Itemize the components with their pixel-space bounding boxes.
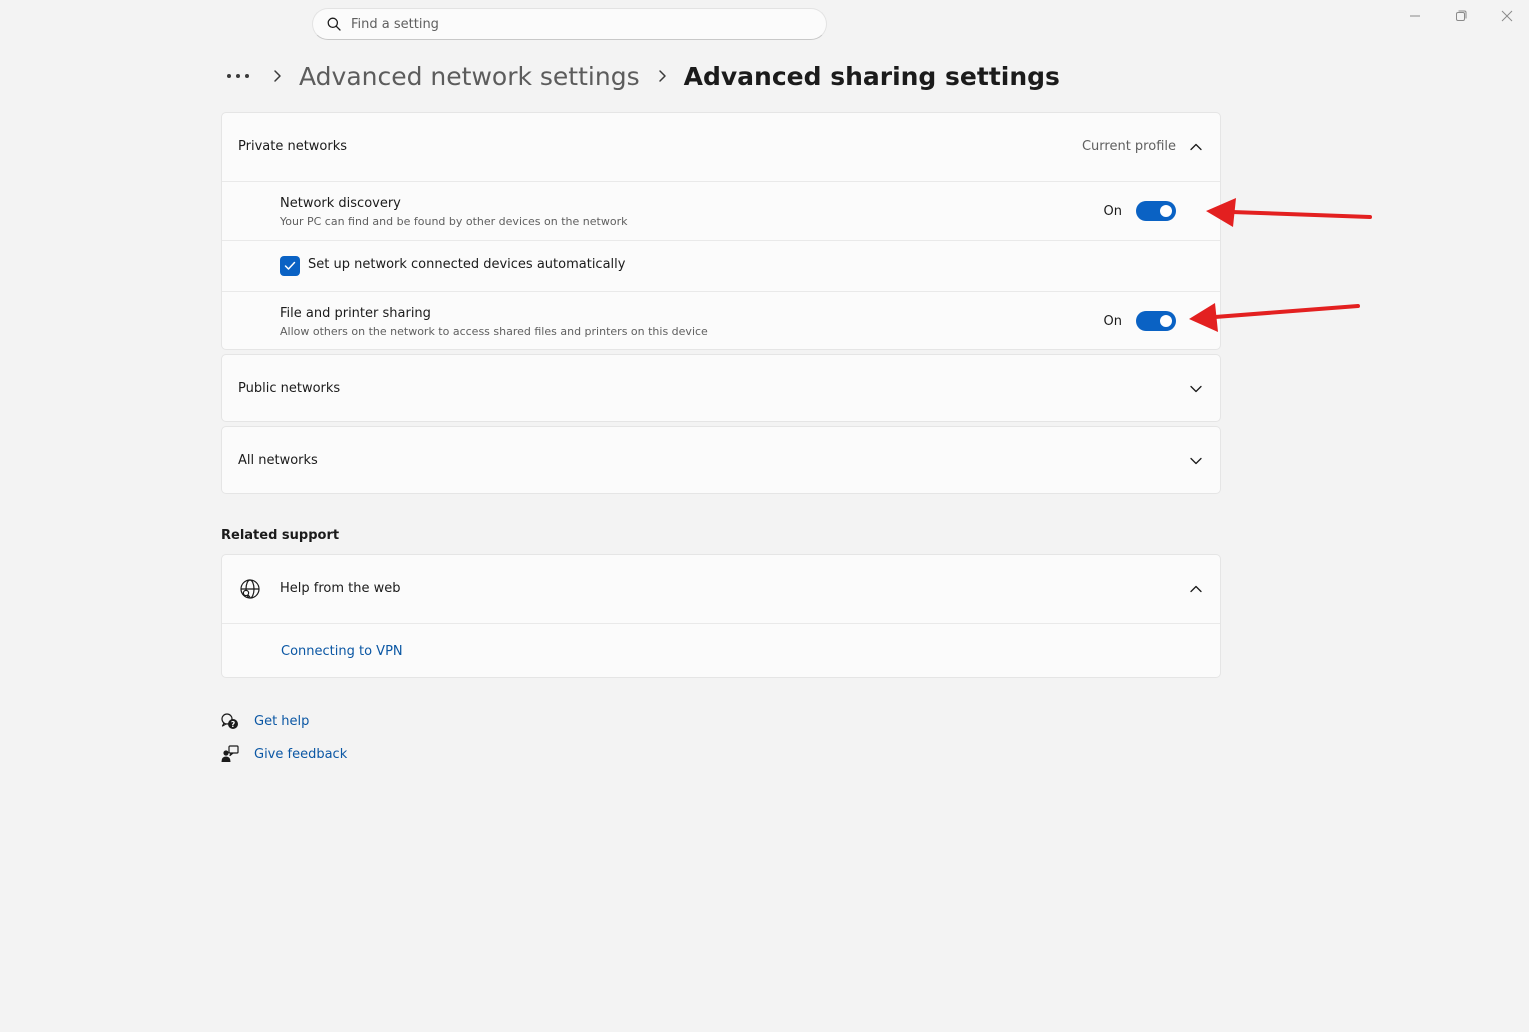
restore-icon[interactable] (1450, 6, 1472, 26)
more-icon[interactable] (221, 66, 255, 86)
help-from-web-title: Help from the web (280, 581, 401, 596)
network-discovery-state: On (1103, 204, 1122, 219)
network-discovery-row: Network discovery Your PC can find and b… (222, 181, 1220, 240)
globe-icon (240, 579, 260, 599)
checkmark-icon (284, 261, 296, 270)
related-support-card: Help from the web Connecting to VPN (221, 554, 1221, 678)
give-feedback-label[interactable]: Give feedback (254, 747, 347, 762)
breadcrumb: Advanced network settings Advanced shari… (221, 56, 1060, 96)
all-networks-card[interactable]: All networks (221, 426, 1221, 494)
private-networks-header[interactable]: Private networks Current profile (222, 113, 1220, 181)
help-chat-icon: ? (221, 713, 238, 729)
auto-setup-label[interactable]: Set up network connected devices automat… (308, 257, 625, 272)
search-box[interactable] (312, 8, 827, 40)
related-support-heading: Related support (221, 528, 340, 543)
file-printer-sharing-title: File and printer sharing (280, 306, 431, 321)
get-help-label[interactable]: Get help (254, 714, 309, 729)
search-input[interactable] (351, 12, 811, 36)
public-networks-card[interactable]: Public networks (221, 354, 1221, 422)
feedback-icon (221, 745, 239, 762)
annotation-arrow-network-discovery (1206, 198, 1372, 227)
network-discovery-toggle[interactable] (1136, 201, 1176, 221)
chevron-down-icon[interactable] (1189, 454, 1203, 468)
auto-setup-row: Set up network connected devices automat… (222, 240, 1220, 291)
network-discovery-title: Network discovery (280, 196, 401, 211)
search-icon (327, 17, 341, 31)
page-title: Advanced sharing settings (683, 61, 1060, 91)
public-networks-title: Public networks (238, 381, 341, 396)
auto-setup-checkbox[interactable] (280, 256, 300, 276)
chevron-down-icon[interactable] (1189, 382, 1203, 396)
file-printer-sharing-description: Allow others on the network to access sh… (280, 325, 708, 338)
svg-text:?: ? (231, 720, 235, 729)
help-from-web-header[interactable]: Help from the web (222, 555, 1220, 623)
give-feedback-link[interactable]: Give feedback (221, 745, 347, 763)
chevron-up-icon[interactable] (1189, 140, 1203, 154)
annotation-arrow-file-printer-sharing (1189, 303, 1360, 332)
connecting-to-vpn-link[interactable]: Connecting to VPN (281, 644, 403, 659)
breadcrumb-advanced-network-settings[interactable]: Advanced network settings (299, 62, 640, 91)
private-networks-card: Private networks Current profile Network… (221, 112, 1221, 350)
file-printer-sharing-row: File and printer sharing Allow others on… (222, 291, 1220, 349)
help-links-row: Connecting to VPN (222, 623, 1220, 677)
get-help-link[interactable]: ? Get help (221, 712, 309, 730)
file-printer-sharing-state: On (1103, 314, 1122, 329)
file-printer-sharing-toggle[interactable] (1136, 311, 1176, 331)
current-profile-label: Current profile (1081, 139, 1176, 154)
chevron-right-icon (255, 66, 299, 86)
chevron-up-icon[interactable] (1189, 582, 1203, 596)
network-discovery-description: Your PC can find and be found by other d… (280, 215, 628, 228)
minimize-icon[interactable] (1404, 6, 1426, 26)
private-networks-title: Private networks (238, 139, 348, 154)
close-icon[interactable] (1496, 6, 1518, 26)
all-networks-title: All networks (238, 453, 318, 468)
chevron-right-icon (640, 66, 684, 86)
